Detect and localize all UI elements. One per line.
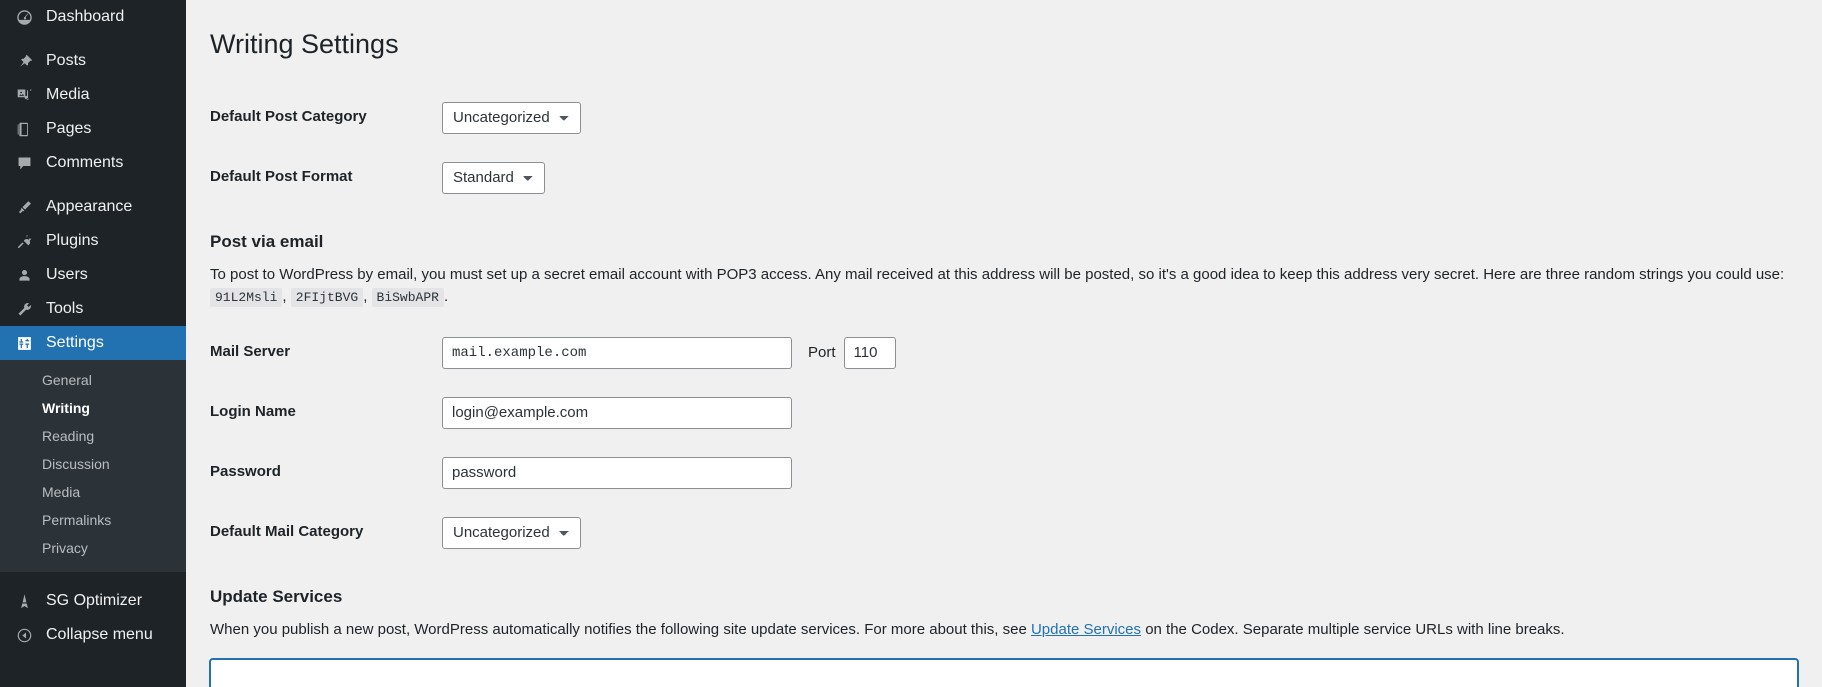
form-row-default-post-category: Default Post Category Uncategorized: [210, 88, 1798, 148]
sidebar-item-settings[interactable]: Settings: [0, 326, 194, 360]
default-post-category-cell: Uncategorized: [432, 88, 1798, 148]
update-services-link[interactable]: Update Services: [1031, 621, 1141, 638]
submenu-item-discussion[interactable]: Discussion: [0, 450, 186, 478]
tools-wrench-icon: [16, 301, 42, 318]
form-row-mail-server: Mail Server Port: [210, 323, 1798, 383]
mail-server-label: Mail Server: [210, 342, 291, 360]
sidebar-item-posts[interactable]: Posts: [0, 44, 186, 78]
sidebar-item-label: Comments: [46, 154, 124, 171]
random-string-3: BiSwbAPR: [371, 288, 444, 308]
sidebar-item-label: SG Optimizer: [46, 592, 143, 609]
sidebar-item-label: Tools: [46, 300, 84, 317]
sidebar-divider: [0, 180, 186, 190]
users-icon: [16, 267, 42, 284]
sidebar-item-dashboard[interactable]: Dashboard: [0, 0, 186, 34]
sidebar-item-tools[interactable]: Tools: [0, 292, 186, 326]
description-text-2: on the Codex. Separate multiple service …: [1141, 620, 1565, 638]
content-wrap: Writing Settings Default Post Category U…: [186, 0, 1822, 687]
port-label: Port: [808, 344, 836, 362]
update-services-heading: Update Services: [210, 586, 343, 606]
post-via-email-form: Mail Server Port Login Name: [210, 323, 1798, 563]
media-icon: [16, 87, 42, 104]
sg-optimizer-icon: [16, 593, 42, 610]
submenu-item-media[interactable]: Media: [0, 478, 186, 506]
period: .: [443, 288, 449, 306]
port-input[interactable]: [843, 336, 896, 369]
sidebar-item-sg-optimizer[interactable]: SG Optimizer: [0, 584, 186, 618]
submenu-item-writing[interactable]: Writing: [0, 394, 186, 422]
mail-server-input[interactable]: [442, 336, 792, 369]
sidebar-item-label: Posts: [46, 52, 87, 69]
form-row-default-post-format: Default Post Format Standard: [210, 148, 1798, 208]
default-post-format-label: Default Post Format: [210, 168, 353, 186]
sidebar-item-comments[interactable]: Comments: [0, 146, 186, 180]
login-name-input[interactable]: [442, 396, 792, 429]
admin-sidebar: Dashboard Posts Media Pages Comments App…: [0, 0, 194, 687]
default-post-format-select[interactable]: Standard: [442, 162, 545, 195]
sidebar-item-label: Users: [46, 266, 88, 283]
admin-page: Dashboard Posts Media Pages Comments App…: [0, 0, 1822, 687]
settings-sliders-icon: [16, 335, 42, 352]
login-name-label: Login Name: [210, 402, 296, 420]
writing-settings-form-top: Default Post Category Uncategorized Defa…: [210, 88, 1798, 208]
separator: ,: [282, 288, 291, 306]
update-services-textarea[interactable]: [210, 659, 1798, 687]
main-content: Writing Settings Default Post Category U…: [186, 0, 1822, 687]
default-post-format-cell: Standard: [432, 148, 1798, 208]
password-input[interactable]: [442, 456, 792, 489]
sidebar-item-pages[interactable]: Pages: [0, 112, 186, 146]
sidebar-item-label: Appearance: [46, 198, 133, 215]
sidebar-item-label: Media: [46, 86, 90, 103]
sidebar-divider: [0, 34, 186, 44]
sidebar-item-label: Plugins: [46, 232, 99, 249]
submenu-item-privacy[interactable]: Privacy: [0, 534, 186, 562]
sidebar-item-appearance[interactable]: Appearance: [0, 190, 186, 224]
submenu-item-general[interactable]: General: [0, 366, 186, 394]
sidebar-item-label: Collapse menu: [46, 626, 153, 643]
separator: ,: [363, 288, 372, 306]
mail-server-cell: Port: [432, 323, 1798, 383]
post-via-email-heading: Post via email: [210, 232, 324, 252]
mail-server-inline-group: Port: [442, 336, 1788, 369]
page-title: Writing Settings: [210, 29, 399, 59]
sidebar-item-label: Pages: [46, 120, 92, 137]
pages-icon: [16, 121, 42, 138]
update-services-textarea-wrap: [210, 655, 1798, 687]
comments-icon: [16, 155, 42, 172]
sidebar-item-users[interactable]: Users: [0, 258, 186, 292]
sidebar-item-collapse-menu[interactable]: Collapse menu: [0, 618, 186, 652]
sidebar-submenu-settings: General Writing Reading Discussion Media…: [0, 360, 186, 572]
form-row-default-mail-category: Default Mail Category Uncategorized: [210, 503, 1798, 563]
description-text: When you publish a new post, WordPress a…: [210, 620, 1031, 638]
default-mail-category-select[interactable]: Uncategorized: [442, 516, 581, 549]
update-services-description: When you publish a new post, WordPress a…: [210, 619, 1798, 642]
default-post-category-select[interactable]: Uncategorized: [442, 102, 581, 135]
sidebar-bottom-menu: SG Optimizer Collapse menu: [0, 572, 186, 652]
dashboard-icon: [16, 9, 42, 26]
description-text: To post to WordPress by email, you must …: [210, 265, 1785, 283]
sidebar-item-plugins[interactable]: Plugins: [0, 224, 186, 258]
login-name-cell: [432, 383, 1798, 443]
random-string-1: 91L2Msli: [210, 288, 283, 308]
submenu-item-reading[interactable]: Reading: [0, 422, 186, 450]
appearance-brush-icon: [16, 199, 42, 216]
pin-icon: [16, 53, 42, 70]
form-row-login-name: Login Name: [210, 383, 1798, 443]
sidebar-item-label: Dashboard: [46, 8, 125, 25]
default-post-category-label: Default Post Category: [210, 108, 367, 126]
collapse-arrow-icon: [16, 627, 42, 644]
submenu-item-permalinks[interactable]: Permalinks: [0, 506, 186, 534]
sidebar-item-label: Settings: [46, 334, 104, 351]
password-label: Password: [210, 462, 281, 480]
password-cell: [432, 443, 1798, 503]
default-mail-category-cell: Uncategorized: [432, 503, 1798, 563]
sidebar-primary-menu: Dashboard Posts Media Pages Comments App…: [0, 0, 194, 360]
default-mail-category-label: Default Mail Category: [210, 522, 364, 540]
sidebar-item-media[interactable]: Media: [0, 78, 186, 112]
post-via-email-description: To post to WordPress by email, you must …: [210, 264, 1798, 309]
random-string-2: 2FIjtBVG: [290, 288, 364, 308]
plugins-plug-icon: [16, 233, 42, 250]
form-row-password: Password: [210, 443, 1798, 503]
